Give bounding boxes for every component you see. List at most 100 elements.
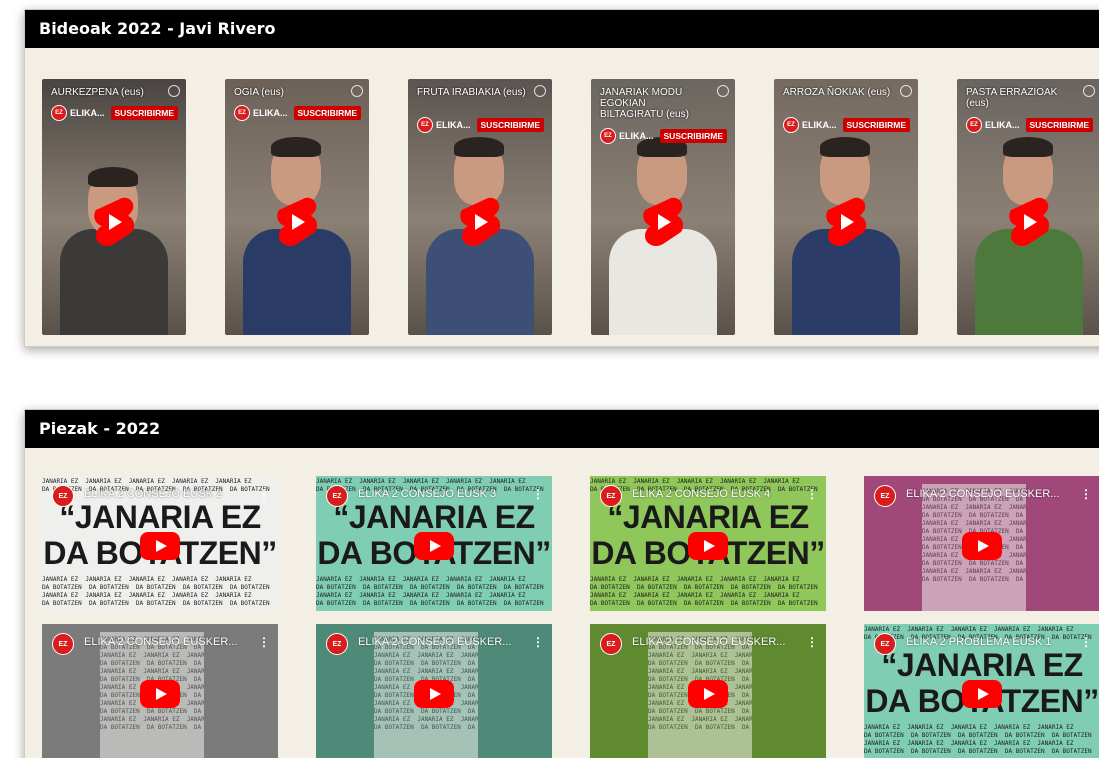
youtube-play-icon[interactable]	[688, 680, 728, 709]
video-title[interactable]: ELIKA 2 CONSEJO EUSKER...	[632, 636, 804, 648]
channel-logo-icon[interactable]: EZ	[600, 485, 622, 507]
youtube-play-icon[interactable]	[962, 532, 1002, 561]
thumbnail-hair	[820, 137, 870, 157]
channel-logo[interactable]: EZ	[326, 633, 348, 655]
video-embed-card[interactable]: JANARIA EZ JANARIA EZ JANARIA EZ JANARIA…	[864, 476, 1099, 611]
shorts-play-icon[interactable]	[275, 196, 319, 248]
channel-name[interactable]: ELIKA...	[619, 131, 654, 141]
thumbnail-hair	[1003, 137, 1053, 157]
channel-logo-icon[interactable]: EZ	[874, 633, 896, 655]
subscribe-button[interactable]: SUSCRIBIRME	[659, 129, 728, 143]
channel-name[interactable]: ELIKA...	[436, 120, 471, 130]
channel-info: EZ ELIKA... SUSCRIBIRME	[51, 105, 179, 121]
channel-name[interactable]: ELIKA...	[253, 108, 288, 118]
channel-logo-icon[interactable]: EZ	[417, 117, 433, 133]
video-embed-card[interactable]: JANARIA EZ JANARIA EZ JANARIA EZ JANARIA…	[42, 624, 278, 758]
video-title[interactable]: ELIKA 2 PROBLEMA EUSK 1	[906, 636, 1078, 648]
youtube-play-icon[interactable]	[962, 680, 1002, 709]
short-title: PASTA ERRAZIOAK (eus)	[966, 87, 1058, 109]
channel-logo-icon[interactable]: EZ	[326, 485, 348, 507]
subscribe-button[interactable]: SUSCRIBIRME	[293, 106, 362, 120]
shorts-icon[interactable]	[717, 85, 729, 97]
video-embed-card[interactable]: JANARIA EZ JANARIA EZ JANARIA EZ JANARIA…	[590, 476, 826, 611]
channel-logo[interactable]: EZ	[52, 485, 74, 507]
video-title[interactable]: ELIKA 2 CONSEJO EUSKER...	[84, 636, 256, 648]
channel-logo-icon[interactable]: EZ	[51, 105, 67, 121]
panel-title: Piezak - 2022	[25, 410, 1099, 448]
channel-logo-icon[interactable]: EZ	[234, 105, 250, 121]
short-title: JANARIAK MODU EGOKIAN BILTAGIRATU (eus)	[600, 87, 689, 120]
youtube-play-icon[interactable]	[688, 532, 728, 561]
video-title[interactable]: ELIKA 2 CONSEJO EUSK 4	[632, 488, 804, 500]
channel-logo-icon[interactable]: EZ	[600, 128, 616, 144]
channel-logo[interactable]: EZ	[874, 633, 896, 655]
channel-info: EZ ELIKA... SUSCRIBIRME	[783, 117, 911, 133]
thumbnail-hair	[271, 137, 321, 157]
short-video-card[interactable]: PASTA ERRAZIOAK (eus) EZ ELIKA... SUSCRIBIR…	[957, 79, 1099, 335]
channel-logo-icon[interactable]: EZ	[326, 633, 348, 655]
channel-info: EZ ELIKA... SUSCRIBIRME	[966, 117, 1094, 133]
more-options-icon[interactable]: ⋮	[258, 635, 270, 649]
youtube-play-icon[interactable]	[140, 680, 180, 709]
shorts-icon[interactable]	[168, 85, 180, 97]
subscribe-button[interactable]: SUSCRIBIRME	[1025, 118, 1094, 132]
more-options-icon[interactable]: ⋮	[806, 635, 818, 649]
more-options-icon[interactable]: ⋮	[806, 487, 818, 501]
subscribe-button[interactable]: SUSCRIBIRME	[842, 118, 911, 132]
more-options-icon[interactable]: ⋮	[1080, 487, 1092, 501]
more-options-icon[interactable]: ⋮	[258, 487, 270, 501]
shorts-play-icon[interactable]	[1007, 196, 1051, 248]
channel-logo-icon[interactable]: EZ	[874, 485, 896, 507]
video-title[interactable]: ELIKA 2 CONSEJO EUSK 2	[84, 488, 256, 500]
channel-logo[interactable]: EZ	[874, 485, 896, 507]
more-options-icon[interactable]: ⋮	[1080, 635, 1092, 649]
shorts-icon[interactable]	[351, 85, 363, 97]
video-embed-card[interactable]: JANARIA EZ JANARIA EZ JANARIA EZ JANARIA…	[590, 624, 826, 758]
pieces-panel: Piezak - 2022 JANARIA EZ JANARIA EZ JANA…	[24, 409, 1099, 758]
channel-name[interactable]: ELIKA...	[802, 120, 837, 130]
subscribe-button[interactable]: SUSCRIBIRME	[476, 118, 545, 132]
subscribe-button[interactable]: SUSCRIBIRME	[110, 106, 179, 120]
video-title[interactable]: ELIKA 2 CONSEJO EUSKER...	[906, 488, 1078, 500]
short-video-card[interactable]: JANARIAK MODU EGOKIAN BILTAGIRATU (eus) E…	[591, 79, 735, 335]
video-embed-card[interactable]: JANARIA EZ JANARIA EZ JANARIA EZ JANARIA…	[864, 624, 1099, 758]
video-title[interactable]: ELIKA 2 CONSEJO EUSKER...	[358, 636, 530, 648]
shorts-icon[interactable]	[900, 85, 912, 97]
short-title: AURKEZPENA (eus)	[51, 87, 144, 98]
shorts-play-icon[interactable]	[458, 196, 502, 248]
shorts-play-icon[interactable]	[641, 196, 685, 248]
youtube-play-icon[interactable]	[414, 532, 454, 561]
shorts-icon[interactable]	[534, 85, 546, 97]
channel-logo-icon[interactable]: EZ	[52, 633, 74, 655]
video-embed-card[interactable]: JANARIA EZ JANARIA EZ JANARIA EZ JANARIA…	[42, 476, 278, 611]
shorts-play-icon[interactable]	[824, 196, 868, 248]
video-title[interactable]: ELIKA 2 CONSEJO EUSK 3	[358, 488, 530, 500]
more-options-icon[interactable]: ⋮	[532, 635, 544, 649]
thumbnail-headline: “JANARIA EZ	[607, 499, 809, 535]
channel-logo-icon[interactable]: EZ	[600, 633, 622, 655]
short-video-card[interactable]: OGIA (eus) EZ ELIKA... SUSCRIBIRME	[225, 79, 369, 335]
shorts-icon[interactable]	[1083, 85, 1095, 97]
youtube-play-icon[interactable]	[414, 680, 454, 709]
channel-info: EZ ELIKA... SUSCRIBIRME	[600, 128, 728, 144]
video-embed-card[interactable]: JANARIA EZ JANARIA EZ JANARIA EZ JANARIA…	[316, 624, 552, 758]
short-video-card[interactable]: AURKEZPENA (eus) EZ ELIKA... SUSCRIBIRME	[42, 79, 186, 335]
channel-logo[interactable]: EZ	[600, 633, 622, 655]
channel-logo-icon[interactable]: EZ	[966, 117, 982, 133]
channel-name[interactable]: ELIKA...	[70, 108, 105, 118]
short-title: FRUTA IRABIAKIA (eus)	[417, 87, 526, 98]
youtube-play-icon[interactable]	[140, 532, 180, 561]
thumbnail-strip-text: JANARIA EZ JANARIA EZ JANARIA EZ JANARIA…	[316, 576, 544, 607]
channel-logo-icon[interactable]: EZ	[52, 485, 74, 507]
short-video-card[interactable]: FRUTA IRABIAKIA (eus) EZ ELIKA... SUSCRIBIR…	[408, 79, 552, 335]
shorts-play-icon[interactable]	[92, 196, 136, 248]
video-embed-card[interactable]: JANARIA EZ JANARIA EZ JANARIA EZ JANARIA…	[316, 476, 552, 611]
short-video-card[interactable]: ARROZA ÑOKIAK (eus) EZ ELIKA... SUSCRIBIRME	[774, 79, 918, 335]
channel-logo[interactable]: EZ	[326, 485, 348, 507]
more-options-icon[interactable]: ⋮	[532, 487, 544, 501]
channel-logo[interactable]: EZ	[52, 633, 74, 655]
channel-name[interactable]: ELIKA...	[985, 120, 1020, 130]
channel-logo-icon[interactable]: EZ	[783, 117, 799, 133]
channel-logo[interactable]: EZ	[600, 485, 622, 507]
thumbnail-strip-text: JANARIA EZ JANARIA EZ JANARIA EZ JANARIA…	[590, 576, 818, 607]
